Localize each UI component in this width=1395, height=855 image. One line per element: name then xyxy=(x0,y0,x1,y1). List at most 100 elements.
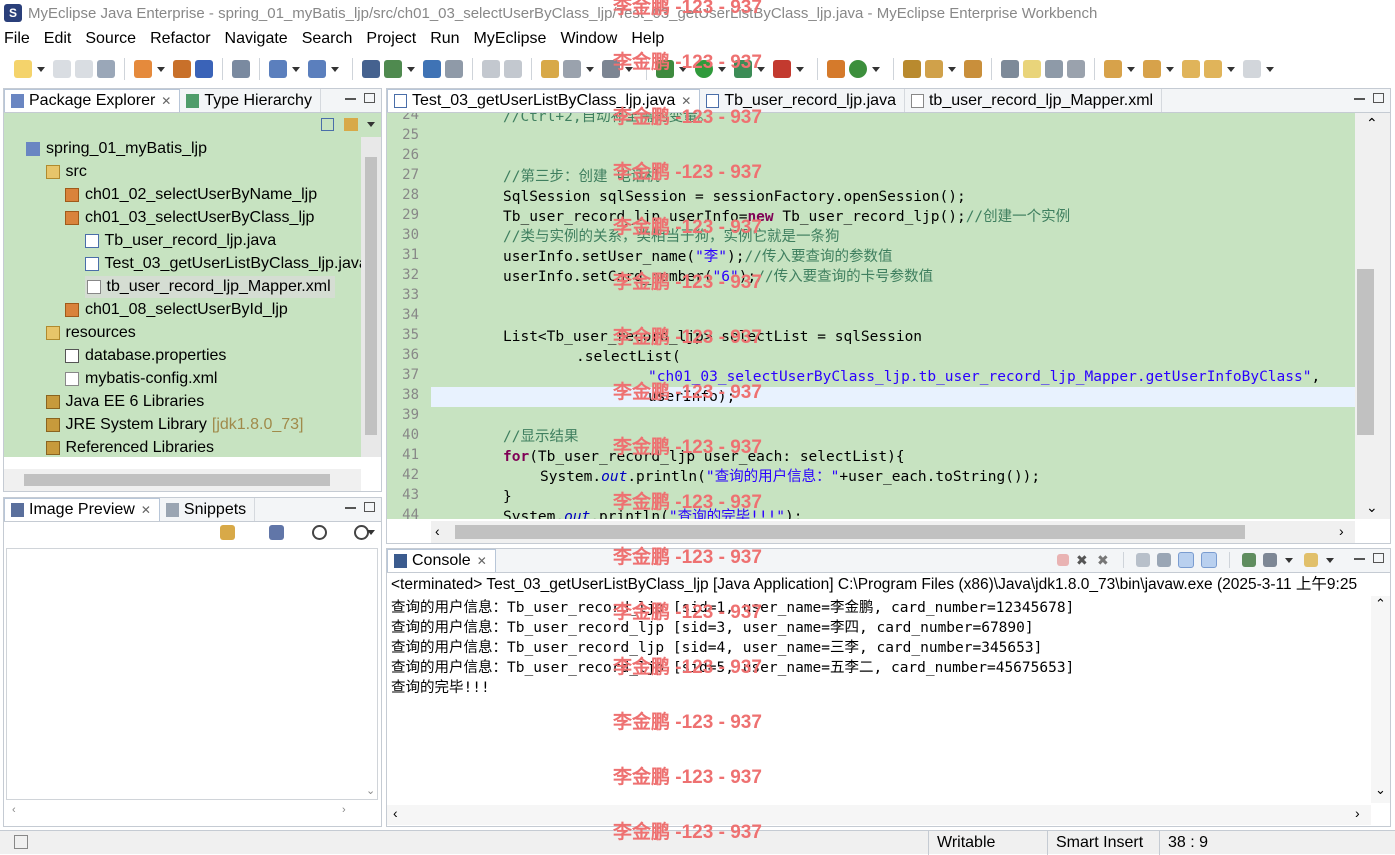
tree-item[interactable]: mybatis-config.xml xyxy=(65,368,217,390)
tab-type-hierarchy[interactable]: Type Hierarchy xyxy=(180,89,321,112)
designer-icon[interactable] xyxy=(308,60,326,78)
minimize-icon[interactable] xyxy=(345,98,356,100)
console-output[interactable]: 查询的用户信息：Tb_user_record_ljp [sid=1, user_… xyxy=(387,596,1371,803)
tree-item[interactable]: ch01_08_selectUserById_ljp xyxy=(65,299,288,321)
next-annotation-icon[interactable] xyxy=(1104,60,1122,78)
maximize-icon[interactable] xyxy=(364,502,375,512)
aws-icon[interactable] xyxy=(445,60,463,78)
chevron-down-icon[interactable] xyxy=(331,66,339,72)
open-task-icon[interactable] xyxy=(964,60,982,78)
db-icon[interactable] xyxy=(362,60,380,78)
chevron-down-icon[interactable] xyxy=(679,66,687,72)
scroll-left-icon[interactable]: ‹ xyxy=(12,804,16,816)
last-edit-icon[interactable] xyxy=(1182,60,1200,78)
tree-vertical-scrollbar[interactable] xyxy=(361,137,381,457)
chevron-down-icon[interactable] xyxy=(292,66,300,72)
menu-project[interactable]: Project xyxy=(366,30,416,48)
scroll-right-icon[interactable]: › xyxy=(1355,805,1360,821)
debug-icon[interactable] xyxy=(656,60,674,78)
open-folder-icon[interactable] xyxy=(903,60,921,78)
menu-window[interactable]: Window xyxy=(560,30,617,48)
link-with-editor-icon[interactable] xyxy=(344,118,358,131)
scroll-lock-icon[interactable] xyxy=(1157,553,1171,567)
search-icon[interactable] xyxy=(925,60,943,78)
chevron-down-icon[interactable] xyxy=(1266,66,1274,72)
code-editor[interactable]: 24 25 26 27 28 29 30 31 32 33 34 35 36 37 38 39 40 41 42 43… xyxy=(387,113,1355,519)
new-icon[interactable] xyxy=(14,60,32,78)
back-icon[interactable] xyxy=(1204,60,1222,78)
fit-icon[interactable] xyxy=(269,525,285,540)
external-tools-icon[interactable] xyxy=(773,60,791,78)
toggle-annotation-icon[interactable] xyxy=(1001,60,1019,78)
chevron-down-icon[interactable] xyxy=(1285,557,1293,563)
chevron-down-icon[interactable] xyxy=(1166,66,1174,72)
deploy-icon[interactable] xyxy=(134,60,152,78)
tree-item[interactable]: ch01_02_selectUserByName_ljp xyxy=(65,184,317,206)
view-menu-icon[interactable] xyxy=(367,530,375,535)
editor-horizontal-scrollbar[interactable]: ‹ › xyxy=(431,521,1355,543)
forward-icon[interactable] xyxy=(1243,60,1261,78)
collapse-all-icon[interactable] xyxy=(321,118,334,131)
wizard-icon[interactable] xyxy=(269,60,287,78)
globe-icon[interactable] xyxy=(423,60,441,78)
close-icon[interactable]: ✕ xyxy=(477,554,487,568)
export-icon[interactable] xyxy=(384,60,402,78)
maximize-icon[interactable] xyxy=(364,93,375,103)
scroll-down-icon[interactable]: ⌄ xyxy=(1375,782,1386,798)
chevron-down-icon[interactable] xyxy=(37,66,45,72)
editor-vertical-scrollbar[interactable]: ⌃ ⌄ xyxy=(1355,113,1390,519)
redo-icon[interactable] xyxy=(504,60,522,78)
tree-item[interactable]: ch01_03_selectUserByClass_ljp xyxy=(65,207,314,229)
cloud-icon[interactable] xyxy=(563,60,581,78)
fast-view-icon[interactable] xyxy=(14,835,28,849)
minimize-icon[interactable] xyxy=(345,507,356,509)
coverage-icon[interactable] xyxy=(734,60,752,78)
chevron-down-icon[interactable] xyxy=(1227,66,1235,72)
tree-item[interactable]: Referenced Libraries xyxy=(45,437,214,457)
previous-annotation-icon[interactable] xyxy=(1143,60,1161,78)
chevron-down-icon[interactable] xyxy=(718,66,726,72)
tree-item[interactable]: resources xyxy=(45,322,136,344)
tab-package-explorer[interactable]: Package Explorer ✕ xyxy=(4,89,181,112)
mark-occurrences-icon[interactable] xyxy=(1023,60,1041,78)
open-console-icon[interactable] xyxy=(1304,553,1318,567)
chevron-down-icon[interactable] xyxy=(1326,557,1334,563)
terminate-icon[interactable] xyxy=(1057,554,1069,566)
web-browser-icon[interactable] xyxy=(232,60,250,78)
remove-launch-icon[interactable]: ✖ xyxy=(1076,553,1090,567)
print-icon[interactable] xyxy=(97,60,115,78)
tree-item[interactable]: src xyxy=(45,161,87,183)
minimize-icon[interactable] xyxy=(1354,98,1365,100)
display-console-icon[interactable] xyxy=(1263,553,1277,567)
tab-image-preview[interactable]: Image Preview ✕ xyxy=(4,498,160,521)
scroll-up-icon[interactable]: ⌃ xyxy=(1375,596,1386,612)
chevron-down-icon[interactable] xyxy=(872,66,880,72)
chevron-down-icon[interactable] xyxy=(796,66,804,72)
run-icon[interactable] xyxy=(695,60,713,78)
pin-console-icon[interactable] xyxy=(1242,553,1256,567)
view-menu-icon[interactable] xyxy=(367,122,375,127)
scroll-right-icon[interactable]: › xyxy=(1339,523,1344,539)
menu-source[interactable]: Source xyxy=(85,30,136,48)
show-on-error-icon[interactable] xyxy=(1201,552,1217,568)
chevron-down-icon[interactable] xyxy=(586,66,594,72)
scroll-down-icon[interactable]: ⌄ xyxy=(366,784,375,797)
open-type-icon[interactable] xyxy=(195,60,213,78)
close-icon[interactable]: ✕ xyxy=(681,94,691,108)
show-whitespace-icon[interactable] xyxy=(1067,60,1085,78)
block-selection-icon[interactable] xyxy=(1045,60,1063,78)
undo-icon[interactable] xyxy=(482,60,500,78)
tree-horizontal-scrollbar[interactable] xyxy=(4,469,361,491)
close-icon[interactable]: ✕ xyxy=(161,94,171,108)
console-vertical-scrollbar[interactable]: ⌃ ⌄ xyxy=(1371,596,1390,803)
menu-navigate[interactable]: Navigate xyxy=(225,30,288,48)
scroll-left-icon[interactable]: ‹ xyxy=(393,805,398,821)
show-on-output-icon[interactable] xyxy=(1178,552,1194,568)
menu-myeclipse[interactable]: MyEclipse xyxy=(474,30,547,48)
new-package-icon[interactable] xyxy=(827,60,845,78)
menu-search[interactable]: Search xyxy=(302,30,353,48)
save-all-icon[interactable] xyxy=(75,60,93,78)
console-horizontal-scrollbar[interactable]: ‹ › xyxy=(387,805,1371,825)
save-icon[interactable] xyxy=(53,60,71,78)
tree-item[interactable]: Java EE 6 Libraries xyxy=(45,391,204,413)
